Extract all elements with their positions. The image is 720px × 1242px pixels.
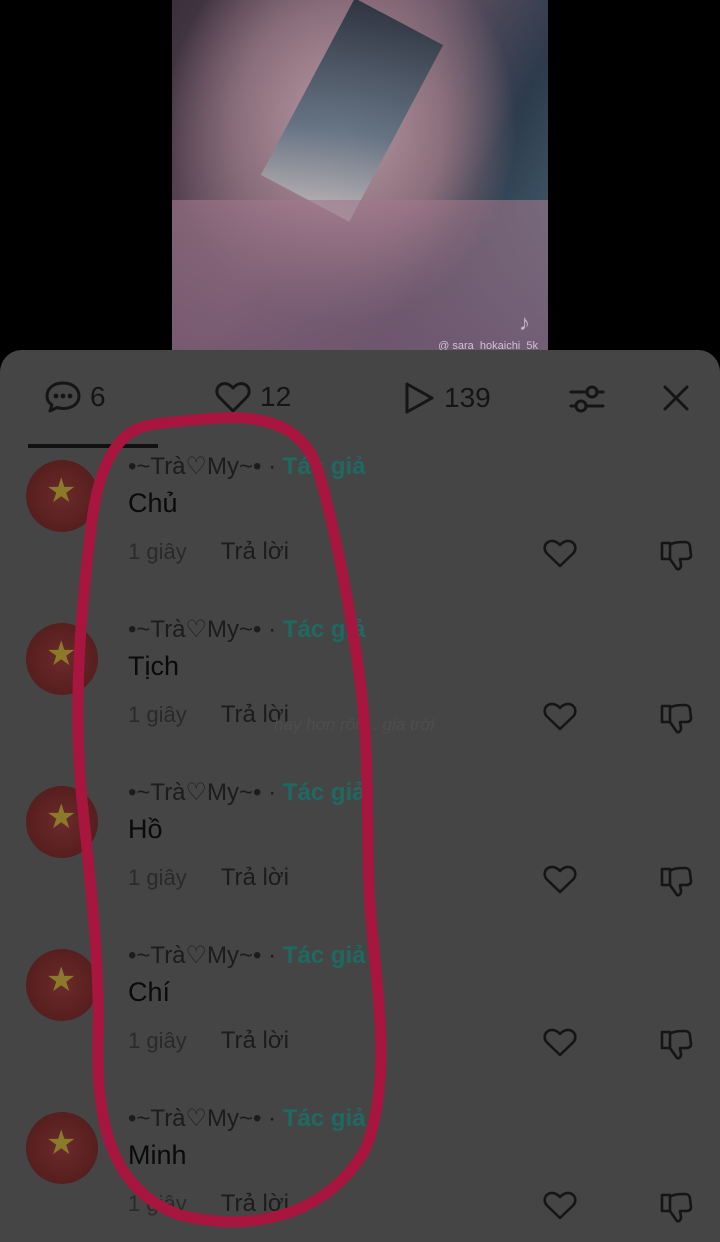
comment-time: 1 giây [128,1028,187,1053]
video-subject-shoulder [172,200,548,360]
filter-button[interactable] [568,382,606,416]
play-icon [402,380,436,416]
comment-item: ★ •~Trà♡My~• · Tác giả Chí 1 giây Trả lời [0,939,720,1102]
thumbs-down-icon[interactable] [658,1189,694,1230]
heart-outline-icon[interactable] [542,863,578,900]
star-icon: ★ [46,1124,77,1162]
heart-icon [214,380,252,414]
comments-sheet: 6 12 139 ★ •~Trà♡My~• · Tác giả Chủ 1 gi… [0,350,720,1242]
star-icon: ★ [46,635,77,673]
close-icon [660,382,692,414]
active-tab-indicator [28,444,158,448]
avatar[interactable]: ★ [26,786,98,858]
tab-views[interactable]: 139 [402,380,491,416]
comment-meta: 1 giây Trả lời [128,1190,289,1218]
avatar[interactable]: ★ [26,1112,98,1184]
comment-text: Chủ [128,488,178,518]
comment-bubble-icon [44,380,82,414]
likes-count: 12 [260,381,292,412]
comments-tab-bar: 6 12 139 [0,350,720,448]
comment-username[interactable]: •~Trà♡My~• · Tác giả [128,452,365,481]
comment-username[interactable]: •~Trà♡My~• · Tác giả [128,615,365,644]
comment-username[interactable]: •~Trà♡My~• · Tác giả [128,778,365,807]
comments-count: 6 [90,381,106,412]
avatar[interactable]: ★ [26,949,98,1021]
comment-username[interactable]: •~Trà♡My~• · Tác giả [128,941,365,970]
star-icon: ★ [46,472,77,510]
comment-text: Chí [128,977,171,1007]
video-preview[interactable]: ♪ @ sara_hokaichi_5k [172,0,548,360]
tiktok-logo-icon: ♪ [519,310,530,335]
star-icon: ★ [46,798,77,836]
faint-overlay-text: hay hơn rồi ... gia trời [274,715,435,734]
avatar[interactable]: ★ [26,623,98,695]
author-badge: Tác giả [282,616,366,643]
video-poster-image [260,0,444,222]
thumbs-down-icon[interactable] [658,863,694,904]
comment-item: ★ •~Trà♡My~• · Tác giả Chủ 1 giây Trả lời [0,450,720,613]
close-button[interactable] [660,382,692,414]
comment-meta: 1 giây Trả lời [128,538,289,566]
comment-meta: 1 giây Trả lời [128,864,289,892]
thumbs-down-icon[interactable] [658,700,694,741]
author-badge: Tác giả [282,942,366,969]
author-badge: Tác giả [282,453,366,480]
author-badge: Tác giả [282,1105,366,1132]
author-badge: Tác giả [282,779,366,806]
comment-username[interactable]: •~Trà♡My~• · Tác giả [128,1104,365,1133]
comment-text: Tịch [128,651,180,681]
thumbs-down-icon[interactable] [658,1026,694,1067]
star-icon: ★ [46,961,77,999]
reply-button[interactable]: Trả lời [221,1190,289,1217]
heart-outline-icon[interactable] [542,1026,578,1063]
comment-time: 1 giây [128,702,187,727]
comment-text: Minh [128,1140,187,1170]
tab-likes[interactable]: 12 [214,380,291,414]
comment-time: 1 giây [128,539,187,564]
comment-meta: 1 giây Trả lời [128,1027,289,1055]
sliders-icon [568,382,606,416]
comment-item: ★ •~Trà♡My~• · Tác giả Minh 1 giây Trả lờ… [0,1102,720,1242]
heart-outline-icon[interactable] [542,1189,578,1226]
comment-time: 1 giây [128,1191,187,1216]
reply-button[interactable]: Trả lời [221,864,289,891]
comment-item: ★ •~Trà♡My~• · Tác giả Tịch 1 giây Trả lờ… [0,613,720,776]
comment-time: 1 giây [128,865,187,890]
reply-button[interactable]: Trả lời [221,538,289,565]
heart-outline-icon[interactable] [542,700,578,737]
views-count: 139 [444,382,491,413]
thumbs-down-icon[interactable] [658,537,694,578]
tab-comments[interactable]: 6 [44,380,106,414]
reply-button[interactable]: Trả lời [221,1027,289,1054]
heart-outline-icon[interactable] [542,537,578,574]
avatar[interactable]: ★ [26,460,98,532]
comment-item: ★ •~Trà♡My~• · Tác giả Hồ 1 giây Trả lời [0,776,720,939]
comment-text: Hồ [128,814,163,844]
comment-meta: 1 giây Trả lời [128,701,289,729]
